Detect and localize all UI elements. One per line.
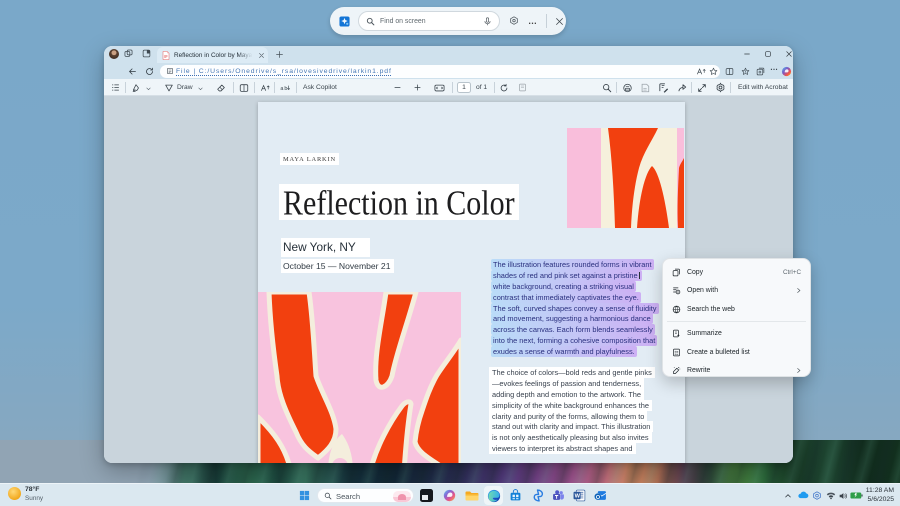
svg-text:a: a (280, 85, 284, 91)
svg-text:b: b (284, 85, 287, 91)
svg-text:W: W (575, 494, 581, 500)
svg-text:O: O (596, 495, 600, 501)
